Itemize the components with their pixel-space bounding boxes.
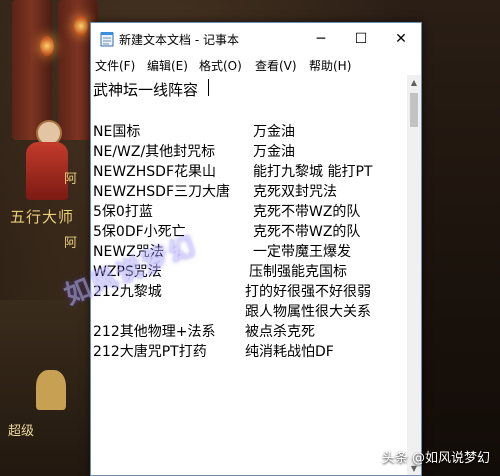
maximize-icon: ☐ bbox=[354, 31, 368, 47]
scroll-thumb[interactable] bbox=[410, 93, 418, 127]
team-name: 212其他物理+法系 bbox=[93, 324, 216, 340]
notepad-icon bbox=[100, 32, 114, 47]
text-caret bbox=[208, 79, 209, 96]
npc-side-text: 阿 bbox=[64, 172, 78, 187]
npc-sprite[interactable] bbox=[36, 370, 66, 410]
team-name: NEWZHSDF花果山 bbox=[93, 164, 216, 180]
team-note: 一定带魔王爆发 bbox=[253, 244, 351, 260]
minimize-icon: ─ bbox=[316, 31, 326, 47]
npc-body bbox=[26, 142, 68, 200]
title-bar[interactable]: 新建文本文档 - 记事本 ─ ☐ ✕ bbox=[91, 23, 421, 55]
lineup-row: NE/WZ/其他封咒标 bbox=[93, 141, 215, 161]
window-title: 新建文本文档 - 记事本 bbox=[119, 33, 239, 47]
minimize-button[interactable]: ─ bbox=[301, 23, 341, 55]
lineup-row: NEWZHSDF三刀大唐 bbox=[93, 181, 230, 201]
team-note: 能打九黎城 能打PT bbox=[253, 164, 373, 180]
vertical-scrollbar[interactable]: ▲ ▼ bbox=[407, 75, 421, 475]
npc-side-text: 阿 bbox=[64, 236, 78, 251]
team-note: 压制强能克国标 bbox=[249, 264, 347, 280]
lineup-row: 5保0打蓝 bbox=[93, 201, 153, 221]
team-note: 克死双封咒法 bbox=[253, 184, 337, 200]
menu-file[interactable]: 文件(F) bbox=[95, 57, 135, 74]
team-name: NE国标 bbox=[93, 124, 141, 140]
scroll-up-icon[interactable]: ▲ bbox=[407, 75, 421, 89]
lineup-row: NEWZHSDF花果山 bbox=[93, 161, 216, 181]
team-name: NEWZHSDF三刀大唐 bbox=[93, 184, 230, 200]
team-note: 打的好很强不好很弱 bbox=[245, 284, 371, 300]
team-name: 212大唐咒PT打药 bbox=[93, 344, 207, 360]
npc-name-label: 五行大师 bbox=[10, 208, 75, 226]
menu-edit[interactable]: 编辑(E) bbox=[147, 57, 188, 74]
team-note: 克死不带WZ的队 bbox=[253, 224, 361, 240]
menu-help[interactable]: 帮助(H) bbox=[309, 57, 351, 74]
lantern-icon bbox=[40, 36, 54, 56]
document-title: 武神坛一线阵容 bbox=[93, 81, 199, 99]
close-icon: ✕ bbox=[395, 31, 407, 47]
menu-bar: 文件(F) 编辑(E) 格式(O) 查看(V) 帮助(H) bbox=[91, 55, 421, 75]
menu-view[interactable]: 查看(V) bbox=[255, 57, 297, 74]
game-text: 超级 bbox=[8, 424, 35, 439]
team-note: 跟人物属性很大关系 bbox=[245, 304, 371, 320]
maximize-button[interactable]: ☐ bbox=[341, 23, 381, 55]
pillar-decoration bbox=[12, 0, 52, 140]
lineup-row: 212其他物理+法系 bbox=[93, 321, 215, 341]
lineup-row: 212大唐咒PT打药 bbox=[93, 341, 207, 361]
close-button[interactable]: ✕ bbox=[381, 23, 421, 55]
team-name: NE/WZ/其他封咒标 bbox=[93, 144, 216, 160]
team-note: 纯消耗战怕DF bbox=[245, 344, 334, 360]
menu-format[interactable]: 格式(O) bbox=[199, 57, 242, 74]
team-name: 5保0打蓝 bbox=[93, 204, 153, 220]
team-note: 被点杀克死 bbox=[245, 324, 315, 340]
lineup-row: NE国标 bbox=[93, 121, 140, 141]
lantern-icon bbox=[74, 16, 88, 36]
npc-sprite[interactable] bbox=[20, 120, 74, 200]
credit-text: 头条 @如风说梦幻 bbox=[381, 451, 490, 466]
team-note: 万金油 bbox=[253, 144, 295, 160]
team-note: 克死不带WZ的队 bbox=[253, 204, 361, 220]
team-note: 万金油 bbox=[253, 124, 295, 140]
